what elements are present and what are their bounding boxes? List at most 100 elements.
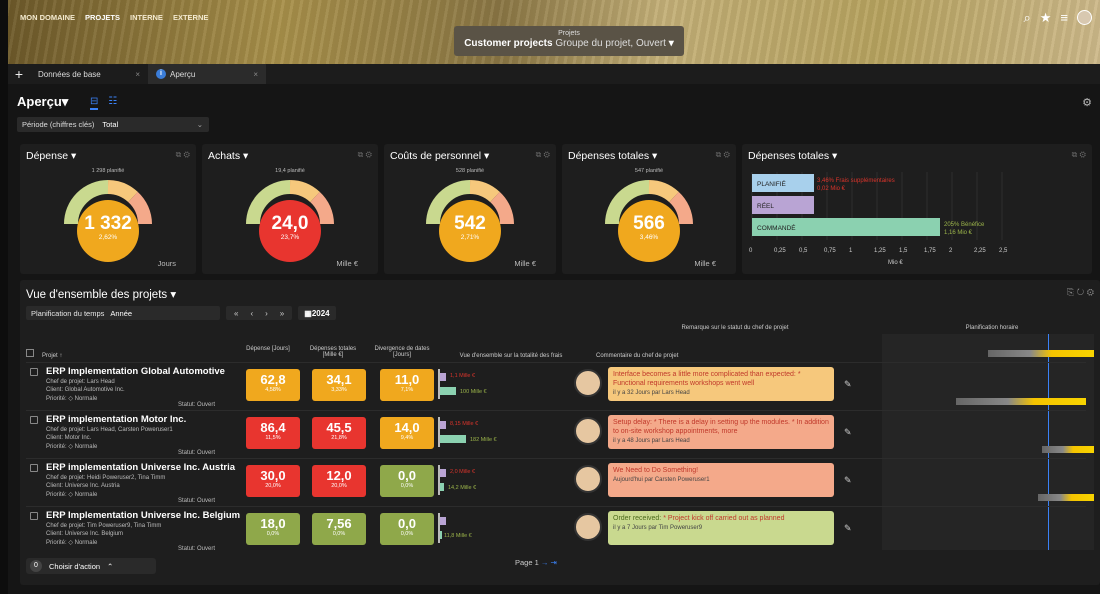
card-title[interactable]: Dépenses totales ▾ bbox=[568, 150, 657, 162]
select-all-checkbox[interactable] bbox=[26, 349, 40, 357]
row-checkbox[interactable] bbox=[30, 464, 38, 472]
nav-projects[interactable]: PROJETS bbox=[85, 13, 120, 22]
project-name[interactable]: ERP implementation Universe Inc. Austria bbox=[46, 462, 235, 473]
card-icons[interactable]: ⧉ ⚙ bbox=[358, 150, 372, 160]
annotation-overrun-value: 0,02 Mio € bbox=[817, 186, 846, 192]
nav-internal[interactable]: INTERNE bbox=[130, 13, 163, 22]
effort-kpi: 86,4 11,5% bbox=[246, 417, 300, 449]
avatar bbox=[574, 513, 602, 541]
avatar bbox=[574, 465, 602, 493]
date-kpi: 0,0 0,0% bbox=[380, 465, 434, 497]
edit-pencil-icon[interactable]: ✎ bbox=[844, 427, 852, 438]
row-checkbox[interactable] bbox=[30, 368, 38, 376]
overrun-label: 2,0 Mille € bbox=[450, 469, 476, 475]
year-picker[interactable]: ▦ 2024 bbox=[298, 306, 336, 320]
main-content: Aperçu▾ ⊟ ☷ ⚙ Période (chiffres clés) Tota… bbox=[8, 84, 1100, 594]
pagination: Page 1 → ⇥ bbox=[515, 558, 557, 567]
date-kpi: 11,0 7,1% bbox=[380, 369, 434, 401]
edit-pencil-icon[interactable]: ✎ bbox=[844, 379, 852, 390]
row-checkbox[interactable] bbox=[30, 512, 38, 520]
scale-value: Année bbox=[110, 308, 133, 318]
date-divergence-header[interactable]: Divergence de dates [Jours] bbox=[370, 346, 434, 358]
overrun-label: 1,1 Mille € bbox=[450, 373, 476, 379]
annotation-profit-value: 1,16 Mio € bbox=[944, 230, 973, 236]
date-kpi: 14,0 9,4% bbox=[380, 417, 434, 449]
annotation-profit: 205% Bénéfice bbox=[944, 222, 985, 228]
table-row[interactable]: ERP Implementation Universe Inc. Belgium… bbox=[26, 506, 1086, 552]
chart-view-icon[interactable]: ⊟ bbox=[90, 96, 99, 110]
nav-my-domain[interactable]: MON DOMAINE bbox=[20, 13, 75, 22]
x-tick-label: 2,5 bbox=[999, 248, 1008, 254]
tab-overview[interactable]: i Aperçu × bbox=[148, 64, 266, 84]
avatar[interactable] bbox=[1077, 10, 1092, 25]
bar-actual-label: RÉEL bbox=[757, 201, 774, 210]
x-tick-label: 0,5 bbox=[799, 248, 808, 254]
project-name[interactable]: ERP Implementation Global Automotive bbox=[46, 366, 225, 377]
settings-icon[interactable]: ⚙ bbox=[1082, 96, 1092, 109]
x-tick-label: 1,75 bbox=[924, 248, 936, 254]
kpi-card: Dépense ▾ ⧉ ⚙ 1 298 planifié 1 332 2,62% … bbox=[20, 144, 196, 274]
last-page-icon[interactable]: ⇥ bbox=[550, 558, 556, 567]
card-icons[interactable]: ⧉ ⚙ bbox=[176, 150, 190, 160]
pm-comment: Interface becomes a little more complica… bbox=[574, 367, 834, 403]
bar-chart: PLANIFIÉ RÉEL COMMANDÉ 3,46% Frais suppl… bbox=[749, 172, 1008, 266]
gauge: 24,0 23,7% bbox=[245, 178, 335, 264]
effort-header[interactable]: Dépense [Jours] bbox=[240, 346, 296, 352]
project-client: Client: Global Automotive Inc. bbox=[46, 387, 125, 393]
card-icons[interactable]: ⧉ ⚙ bbox=[536, 150, 550, 160]
projects-title[interactable]: Vue d'ensemble des projets ▾ bbox=[26, 287, 176, 301]
action-bar[interactable]: 0 Choisir d'action ⌃ bbox=[26, 558, 156, 574]
star-icon[interactable]: ★ bbox=[1040, 10, 1052, 26]
table-row[interactable]: ERP implementation Motor Inc. Chef de pr… bbox=[26, 410, 1086, 456]
panel-icons[interactable]: ⎘ ↻ ⚙ bbox=[1067, 287, 1094, 298]
info-icon: i bbox=[156, 69, 166, 79]
date-kpi: 0,0 0,0% bbox=[380, 513, 434, 545]
table-row[interactable]: ERP implementation Universe Inc. Austria… bbox=[26, 458, 1086, 504]
period-navigation[interactable]: « ‹ › » bbox=[226, 306, 293, 320]
total-expenses-bar-card: Dépenses totales ▾ ⧉ ⚙ PLANIFIÉ RÉEL COM… bbox=[742, 144, 1092, 274]
period-select[interactable]: Période (chiffres clés) Total ⌄ bbox=[17, 117, 209, 132]
card-icons[interactable]: ⧉ ⚙ bbox=[716, 150, 730, 160]
search-icon[interactable]: ⌕ bbox=[1023, 10, 1030, 26]
card-title[interactable]: Dépense ▾ bbox=[26, 150, 76, 162]
add-tab-button[interactable]: + bbox=[8, 66, 30, 82]
cost-overview-mini-chart: 2,0 Mille € 14,2 Mille € bbox=[438, 465, 558, 499]
close-icon[interactable]: × bbox=[253, 70, 258, 79]
next-icon: › bbox=[265, 308, 268, 318]
page-title[interactable]: Aperçu▾ bbox=[17, 94, 68, 110]
comment-bubble[interactable]: We Need to Do Something! Aujourd'hui par … bbox=[608, 463, 834, 497]
menu-icon[interactable]: ≡ bbox=[1060, 10, 1068, 26]
edit-pencil-icon[interactable]: ✎ bbox=[844, 475, 852, 486]
x-tick-label: 0 bbox=[749, 248, 753, 254]
close-icon[interactable]: × bbox=[135, 70, 140, 79]
next-page-icon[interactable]: → bbox=[541, 558, 549, 567]
unit-label: Mille € bbox=[514, 259, 536, 268]
project-name[interactable]: ERP Implementation Universe Inc. Belgium bbox=[46, 510, 240, 521]
card-title[interactable]: Achats ▾ bbox=[208, 150, 248, 162]
comment-bubble[interactable]: Interface becomes a little more complica… bbox=[608, 367, 834, 401]
tab-master-data[interactable]: Données de base × bbox=[30, 64, 148, 84]
planned-label: 19,4 planifié bbox=[275, 168, 305, 174]
project-name[interactable]: ERP implementation Motor Inc. bbox=[46, 414, 186, 425]
nav-external[interactable]: EXTERNE bbox=[173, 13, 208, 22]
edit-pencil-icon[interactable]: ✎ bbox=[844, 523, 852, 534]
comment-bubble[interactable]: Setup delay: * There is a delay in setti… bbox=[608, 415, 834, 449]
comment-bubble[interactable]: Order received: * Project kick off carri… bbox=[608, 511, 834, 545]
pm-comment: We Need to Do Something! Aujourd'hui par … bbox=[574, 463, 834, 499]
unit-label: Jours bbox=[157, 259, 176, 268]
card-title[interactable]: Coûts de personnel ▾ bbox=[390, 150, 489, 162]
gantt-view-icon[interactable]: ☷ bbox=[108, 96, 117, 110]
costs-header[interactable]: Dépenses totales [Mille €] bbox=[302, 346, 364, 358]
row-checkbox[interactable] bbox=[30, 416, 38, 424]
gantt-bar[interactable] bbox=[988, 350, 1094, 357]
table-row[interactable]: ERP Implementation Global Automotive Che… bbox=[26, 362, 1086, 408]
time-planning-select[interactable]: Planification du temps Année bbox=[26, 306, 220, 320]
gauge: 542 2,71% bbox=[425, 178, 515, 264]
project-column-header[interactable]: Projet ↑ bbox=[42, 353, 62, 359]
project-status: Statut: Ouvert bbox=[178, 498, 216, 504]
last-icon: » bbox=[279, 308, 285, 318]
context-selector[interactable]: Projets Customer projects Groupe du proj… bbox=[454, 26, 684, 56]
profit-label: 182 Mille € bbox=[470, 437, 497, 443]
projects-overview-panel: Vue d'ensemble des projets ▾ ⎘ ↻ ⚙ Plani… bbox=[20, 280, 1100, 585]
x-tick-label: 0,25 bbox=[774, 248, 786, 254]
